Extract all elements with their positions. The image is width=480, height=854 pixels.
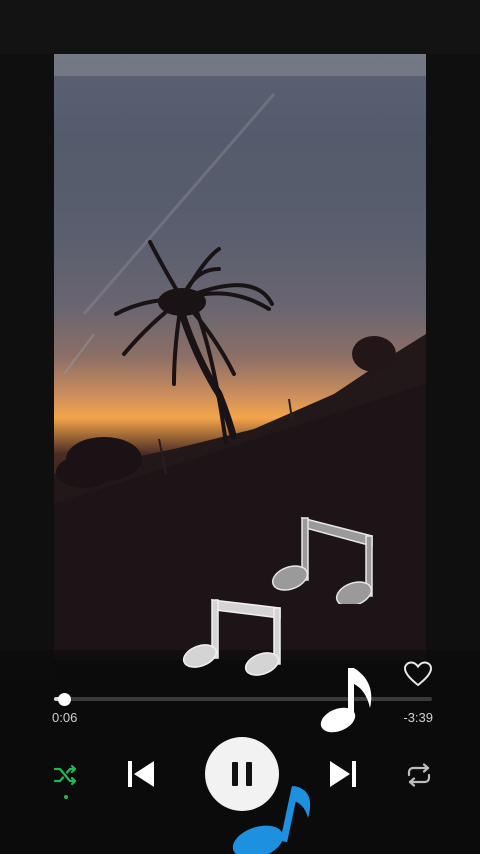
remaining-time: -3:39 [403,710,433,725]
music-note-icon [271,516,373,604]
shuffle-icon [53,764,77,786]
next-button[interactable] [328,758,358,790]
repeat-button[interactable] [405,763,433,787]
shuffle-button[interactable] [52,762,78,788]
music-note-icon [232,785,311,854]
skip-next-icon [330,761,356,787]
like-button[interactable] [403,660,433,688]
seek-bar-handle[interactable] [58,693,71,706]
previous-button[interactable] [126,758,156,790]
shuffle-active-dot [64,795,68,799]
music-note-icon [320,668,372,733]
top-bar [0,0,480,54]
repeat-icon [407,763,431,787]
skip-previous-icon [128,761,154,787]
music-note-icon [182,599,281,676]
elapsed-time: 0:06 [52,710,78,725]
heart-outline-icon [403,661,433,687]
